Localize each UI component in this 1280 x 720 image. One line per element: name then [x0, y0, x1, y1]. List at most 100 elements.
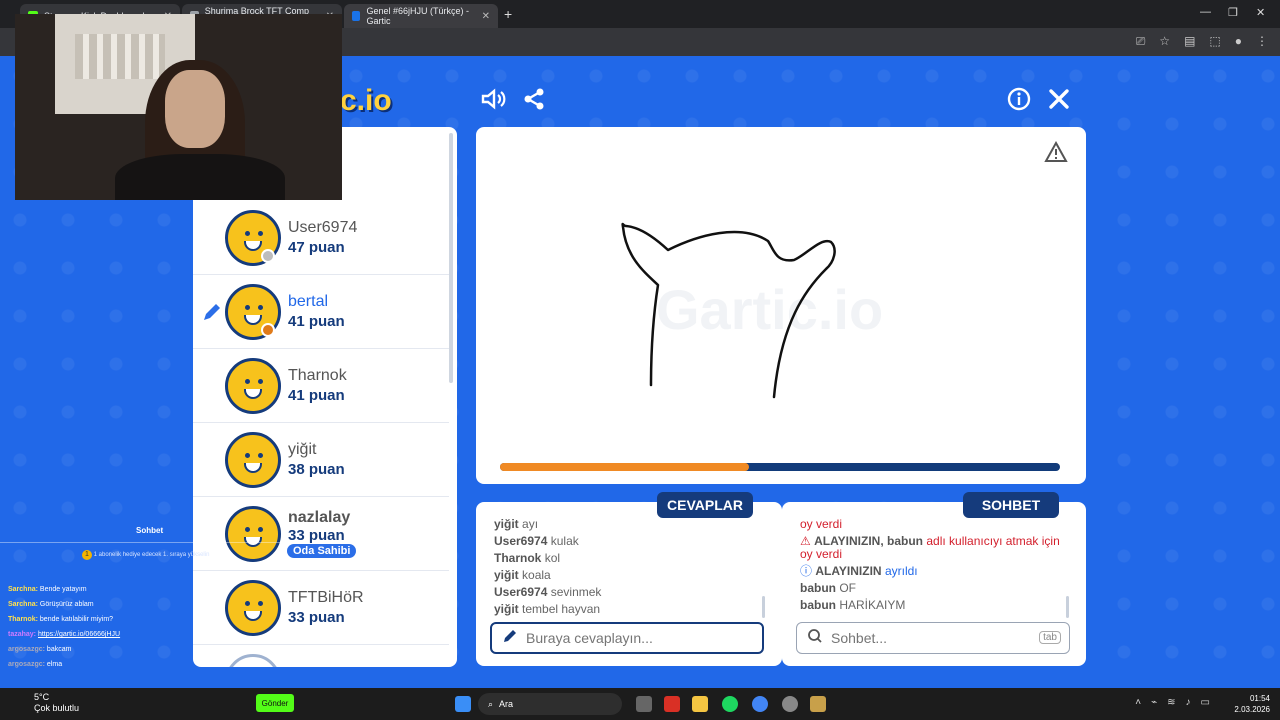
chat-input-box[interactable]: tab	[796, 622, 1070, 654]
clock-date: 2.03.2026	[1234, 705, 1270, 714]
tab-label: Genel #66jHJU (Türkçe) - Gartic	[366, 6, 469, 26]
gartic-icon	[352, 11, 361, 21]
player-name: Tharnok	[288, 367, 347, 384]
stream-chat-messages: Sarchna: Bende yatayım Sarchna: Görüşürü…	[8, 582, 120, 672]
wifi-icon[interactable]: ≋	[1167, 697, 1175, 708]
stream-chat-item: argosazgc: bakcam	[8, 646, 72, 653]
profile-avatar-icon[interactable]: ●	[1235, 34, 1242, 49]
weather-widget[interactable]: 5°C Çok bulutlu	[12, 692, 79, 714]
info-small-icon: ⓘ	[800, 564, 813, 578]
player-score: 47 puan	[288, 239, 345, 256]
drawing-canvas[interactable]: Gartic.io	[476, 127, 1086, 484]
answers-tab: CEVAPLAR	[657, 492, 753, 518]
stream-chat-overlay: Sohbet 1 1 abonelik hediye edecek 1. sır…	[0, 520, 300, 688]
window-close-icon[interactable]: ✕	[1256, 6, 1265, 19]
minimize-icon[interactable]: —	[1200, 6, 1211, 18]
close-icon[interactable]	[1046, 86, 1072, 112]
status-dot	[261, 249, 275, 263]
network-icon[interactable]: ⌁	[1151, 697, 1157, 708]
answer-item: Tharnok kol	[494, 551, 561, 565]
volume-icon[interactable]	[480, 86, 506, 112]
windows-start-icon[interactable]	[455, 696, 471, 712]
player-score: 41 puan	[288, 387, 345, 404]
tab-key-hint: tab	[1039, 631, 1061, 644]
volume-tray-icon[interactable]: ♪	[1186, 697, 1191, 708]
answers-list: yiğit ayı User6974 kulak Tharnok kol yiğ…	[494, 516, 601, 618]
search-label: Ara	[499, 699, 514, 709]
gartic-logo: c.io	[340, 84, 392, 117]
menu-icon[interactable]: ⋮	[1256, 34, 1268, 49]
chat-item: oy verdi	[800, 517, 843, 531]
player-avatar	[225, 358, 281, 414]
bookmark-star-icon[interactable]: ☆	[1159, 34, 1170, 49]
answer-item: yiğit tembel hayvan	[494, 602, 601, 616]
stream-chat-item: Sarchna: Görüşürüz ablam	[8, 601, 94, 608]
answers-panel: CEVAPLAR yiğit ayı User6974 kulak Tharno…	[476, 492, 782, 666]
round-timer-fill	[500, 463, 750, 471]
clock[interactable]: 01:54 2.03.2026	[1234, 693, 1270, 715]
answers-scrollbar[interactable]	[762, 596, 765, 618]
chrome-icon[interactable]	[752, 696, 768, 712]
translate-icon[interactable]: ▤	[1184, 34, 1195, 49]
player-drawing	[621, 222, 836, 399]
player-avatar	[225, 432, 281, 488]
spotify-icon[interactable]	[722, 696, 738, 712]
send-button[interactable]: Gönder	[256, 694, 294, 712]
close-tab-icon[interactable]: ✕	[482, 11, 490, 22]
maximize-icon[interactable]: ❐	[1228, 6, 1238, 19]
answer-input[interactable]	[526, 630, 726, 646]
taskbar-search[interactable]: ⌕ Ara	[478, 693, 622, 715]
player-row[interactable]: User6974 47 puan	[193, 201, 449, 275]
clock-time: 01:54	[1249, 694, 1270, 703]
stream-chat-item: Sarchna: Bende yatayım	[8, 586, 87, 593]
chat-item-alert: ⚠ ALAYINIZIN, babun adlı kullanıcıyı atm…	[800, 534, 1060, 561]
answer-item: User6974 sevinmek	[494, 585, 602, 599]
task-view-icon[interactable]	[636, 696, 652, 712]
tab-gartic[interactable]: Genel #66jHJU (Türkçe) - Gartic ✕	[344, 4, 498, 28]
rank-badge-icon: 1	[82, 550, 92, 560]
player-name: yiğit	[288, 441, 317, 458]
chat-list: oy verdi ⚠ ALAYINIZIN, babun adlı kullan…	[800, 516, 1070, 614]
answer-input-box[interactable]	[490, 622, 764, 654]
pencil-icon	[502, 628, 518, 649]
battery-icon[interactable]: ▭	[1201, 697, 1210, 708]
search-icon: ⌕	[488, 698, 494, 709]
answer-item: yiğit ayı	[494, 517, 539, 531]
drawing-pencil-icon	[201, 301, 223, 328]
cast-icon[interactable]: ⎚	[1136, 34, 1146, 49]
player-score: 38 puan	[288, 461, 345, 478]
answer-item: yiğit koala	[494, 568, 551, 582]
chat-panel: SOHBET oy verdi ⚠ ALAYINIZIN, babun adlı…	[782, 492, 1086, 666]
stream-chat-item: argosazgc: elma	[8, 661, 63, 668]
weather-desc: Çok bulutlu	[34, 703, 80, 713]
weather-temp: 5°C	[34, 692, 50, 702]
chevron-up-icon[interactable]: ˄	[1135, 697, 1141, 708]
app-icon[interactable]	[782, 696, 798, 712]
player-row[interactable]: bertal 41 puan	[193, 275, 449, 349]
chat-item: babun OF	[800, 581, 857, 595]
search-icon	[807, 628, 823, 649]
status-dot	[261, 323, 275, 337]
player-name: User6974	[288, 219, 358, 236]
sub-gift-notice: 1 1 abonelik hediye edecek 1. sıraya yük…	[82, 550, 209, 560]
player-score: 41 puan	[288, 313, 345, 330]
file-explorer-icon[interactable]	[692, 696, 708, 712]
alert-icon: ⚠	[800, 534, 811, 548]
chat-scrollbar[interactable]	[1066, 596, 1069, 618]
new-tab-icon[interactable]: +	[504, 6, 512, 22]
system-tray: ˄ ⌁ ≋ ♪ ▭	[1135, 697, 1210, 708]
app-icon[interactable]	[810, 696, 826, 712]
chat-input[interactable]	[831, 630, 1031, 646]
extensions-icon[interactable]: ⬚	[1209, 34, 1220, 49]
player-row[interactable]: Tharnok 41 puan	[193, 349, 449, 423]
webcam-overlay	[15, 14, 342, 200]
info-icon[interactable]	[1006, 86, 1032, 112]
chat-item: babun HARİKAIYM	[800, 598, 906, 612]
chat-item-info: ⓘ ALAYINIZIN ayrıldı	[800, 564, 918, 578]
chat-tab: SOHBET	[963, 492, 1059, 518]
player-name: bertal	[288, 293, 329, 310]
player-row[interactable]: yiğit 38 puan	[193, 423, 449, 497]
share-icon[interactable]	[521, 86, 547, 112]
players-scrollbar[interactable]	[449, 133, 453, 383]
app-icon[interactable]	[664, 696, 680, 712]
